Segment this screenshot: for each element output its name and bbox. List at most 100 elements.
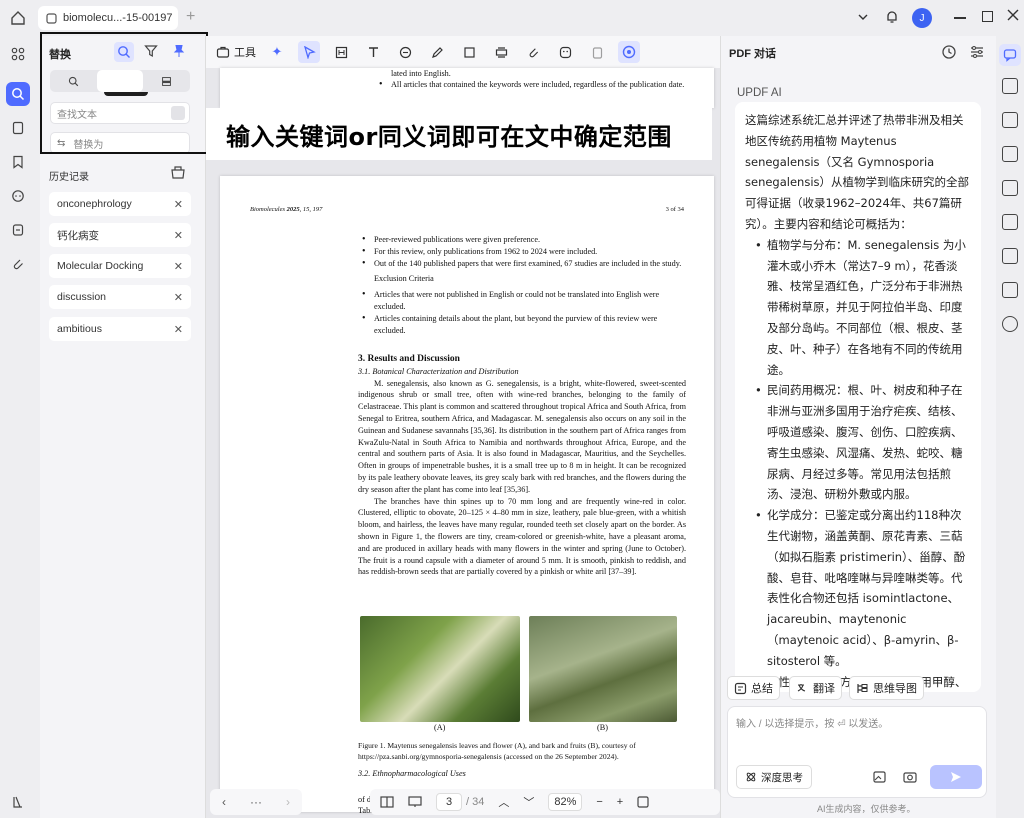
- history-item-label: 钙化病变: [57, 229, 99, 242]
- pdf-page-previous: lated into English. All articles that co…: [220, 68, 714, 108]
- home-icon[interactable]: [10, 10, 26, 26]
- avatar[interactable]: J: [912, 8, 932, 28]
- add-tab-button[interactable]: +: [186, 8, 195, 26]
- book-icon[interactable]: [1002, 214, 1018, 230]
- explain-icon[interactable]: [1002, 180, 1018, 196]
- textbox-icon[interactable]: [330, 41, 352, 63]
- history-item-label: onconephrology: [57, 198, 132, 210]
- camera-icon[interactable]: [902, 769, 918, 785]
- zoom-in-icon[interactable]: +: [617, 796, 623, 808]
- journal-year: 2025: [286, 206, 300, 213]
- page-bullet: Peer-reviewed publications were given pr…: [358, 234, 686, 246]
- layers-icon[interactable]: [6, 218, 30, 242]
- page-nav-group: ‹ ··· ›: [210, 789, 302, 815]
- megaphone-icon[interactable]: [1002, 316, 1018, 332]
- figure-image-flower: [360, 616, 520, 722]
- chat-panel-title: PDF 对话: [729, 48, 777, 60]
- prev-arrow-icon[interactable]: ‹: [222, 795, 226, 809]
- clear-history-icon[interactable]: [170, 164, 186, 180]
- ai-write-icon[interactable]: [1002, 78, 1018, 94]
- history-item-label: discussion: [57, 291, 107, 303]
- document-tab[interactable]: biomolecu...-15-00197: [38, 6, 178, 30]
- mindmap-chip[interactable]: 思维导图: [849, 676, 924, 700]
- attachment-icon[interactable]: [6, 252, 30, 276]
- next-arrow-icon[interactable]: ›: [286, 795, 290, 809]
- chat-icon[interactable]: [999, 44, 1021, 66]
- remove-history-icon[interactable]: ✕: [174, 291, 183, 304]
- search-icon[interactable]: [6, 82, 30, 106]
- search-doc-icon[interactable]: [1002, 282, 1018, 298]
- subsection-heading: 3.2. Ethnopharmacological Uses: [358, 769, 466, 778]
- present-icon[interactable]: [408, 796, 422, 808]
- left-rail: [0, 36, 40, 818]
- page-down-icon[interactable]: ﹀: [523, 794, 534, 810]
- bookmark-icon[interactable]: [6, 150, 30, 174]
- send-button[interactable]: [930, 765, 982, 789]
- ai-assistant-icon[interactable]: [618, 41, 640, 63]
- history-item[interactable]: discussion ✕: [49, 285, 191, 309]
- figure-caption: Figure 1. Maytenus senegalensis leaves a…: [358, 741, 636, 761]
- translate-chip[interactable]: 翻译: [789, 676, 842, 700]
- clipboard-icon[interactable]: [586, 41, 608, 63]
- chip-label: 思维导图: [873, 683, 917, 695]
- tools-button[interactable]: 工具: [216, 44, 256, 60]
- summary-doc-icon[interactable]: [1002, 146, 1018, 162]
- remove-history-icon[interactable]: ✕: [174, 198, 183, 211]
- chevron-down-icon[interactable]: [856, 10, 870, 24]
- sparkle-icon[interactable]: ✦: [266, 41, 288, 63]
- page-up-icon[interactable]: ︿: [498, 794, 509, 810]
- translate-doc-icon[interactable]: [1002, 112, 1018, 128]
- history-item[interactable]: ambitious ✕: [49, 317, 191, 341]
- close-icon[interactable]: [1006, 8, 1020, 22]
- remove-history-icon[interactable]: ✕: [174, 229, 183, 242]
- page-bullet: Articles that were not published in Engl…: [358, 289, 686, 313]
- history-item[interactable]: Molecular Docking ✕: [49, 254, 191, 278]
- select-cursor-icon[interactable]: [298, 41, 320, 63]
- stamp-icon[interactable]: [490, 41, 512, 63]
- zoom-out-icon[interactable]: −: [596, 796, 602, 808]
- pdf-page: Biomolecules 2025, 15, 197 3 of 34 Peer-…: [220, 176, 714, 815]
- layers-bottom-icon[interactable]: [6, 790, 30, 814]
- note-icon[interactable]: [394, 41, 416, 63]
- page-icon[interactable]: [6, 116, 30, 140]
- chat-input[interactable]: 输入 / 以选择提示，按 ⏎ 以发送。 深度思考: [727, 706, 987, 798]
- attachment-icon[interactable]: [522, 41, 544, 63]
- deep-think-toggle[interactable]: 深度思考: [736, 765, 812, 789]
- text-icon[interactable]: [362, 41, 384, 63]
- bell-icon[interactable]: [884, 9, 900, 25]
- page-number-input[interactable]: 3: [436, 793, 462, 811]
- page-total: / 34: [466, 796, 485, 808]
- reading-mode-icon[interactable]: [380, 796, 394, 808]
- image-add-icon[interactable]: [872, 769, 888, 785]
- pdf-chat-panel: PDF 对话 UPDF AI 这篇综述系统汇总并评述了热带非洲及相关地区传统药用…: [720, 36, 996, 818]
- maximize-button[interactable]: [982, 11, 993, 22]
- annotation-highlight-box: [40, 32, 208, 154]
- pen-icon[interactable]: [426, 41, 448, 63]
- fit-page-icon[interactable]: [637, 796, 649, 808]
- shape-icon[interactable]: [458, 41, 480, 63]
- ai-response-intro: 这篇综述系统汇总并评述了热带非洲及相关地区传统药用植物 Maytenus sen…: [745, 113, 970, 231]
- comment-icon[interactable]: [6, 184, 30, 208]
- history-item[interactable]: onconephrology ✕: [49, 192, 191, 216]
- grid-icon[interactable]: [6, 42, 30, 66]
- minimize-button[interactable]: [954, 17, 966, 19]
- sticker-icon[interactable]: [554, 41, 576, 63]
- history-clock-icon[interactable]: [941, 44, 957, 60]
- ai-response-points: 植物学与分布：M. senegalensis 为小灌木或小乔木（常达7–9 m）…: [745, 235, 971, 692]
- zoom-input[interactable]: 82%: [548, 793, 583, 811]
- mindmap-icon: [857, 683, 868, 693]
- chip-label: 翻译: [813, 683, 835, 695]
- journal-volume: , 15, 197: [299, 206, 323, 213]
- more-icon[interactable]: ···: [250, 795, 262, 809]
- exclusion-heading: Exclusion Criteria: [374, 274, 434, 284]
- page-text-line: lated into English.: [391, 69, 451, 78]
- history-item[interactable]: 钙化病变 ✕: [49, 223, 191, 247]
- edit-toolbar: 工具 ✦: [206, 36, 720, 68]
- chip-label: 总结: [751, 683, 773, 695]
- summarize-chip[interactable]: 总结: [727, 676, 780, 700]
- remove-history-icon[interactable]: ✕: [174, 323, 183, 336]
- settings-sliders-icon[interactable]: [969, 44, 985, 60]
- sparkle-doc-icon[interactable]: [1002, 248, 1018, 264]
- remove-history-icon[interactable]: ✕: [174, 260, 183, 273]
- figure-image-fruits: [529, 616, 677, 722]
